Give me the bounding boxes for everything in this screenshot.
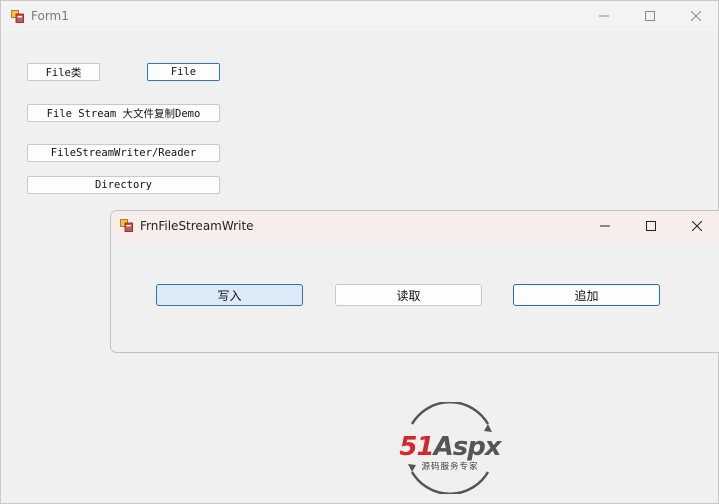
dialog-title-bar[interactable]: FrnFileStreamWrite	[111, 211, 719, 241]
append-button[interactable]: 追加	[513, 284, 660, 306]
dialog-minimize-button[interactable]	[582, 211, 628, 241]
write-button[interactable]: 写入	[156, 284, 303, 306]
logo-text-51: 51	[399, 432, 434, 462]
file-stream-demo-button[interactable]: File Stream 大文件复制Demo	[27, 104, 220, 122]
dialog-app-icon	[120, 219, 133, 232]
minimize-icon	[600, 225, 610, 227]
maximize-icon	[646, 221, 656, 231]
app-icon	[11, 10, 24, 23]
directory-button[interactable]: Directory	[27, 176, 220, 194]
watermark-logo: 51Aspx 源码服务专家	[388, 401, 512, 495]
dialog-title: FrnFileStreamWrite	[140, 219, 254, 233]
dialog-window: FrnFileStreamWrite 写入 读取 追加	[110, 210, 719, 353]
logo-tagline: 源码服务专家	[421, 462, 479, 472]
file-class-button[interactable]: File类	[27, 63, 100, 81]
close-icon	[692, 221, 702, 231]
window-title: Form1	[31, 9, 69, 23]
minimize-icon	[599, 15, 609, 17]
read-button[interactable]: 读取	[335, 284, 482, 306]
stream-writer-reader-button[interactable]: FileStreamWriter/Reader	[27, 144, 220, 162]
logo-wordmark: 51Aspx	[388, 432, 512, 462]
close-icon	[691, 11, 701, 21]
minimize-button[interactable]	[581, 1, 627, 31]
maximize-icon	[645, 11, 655, 21]
dialog-maximize-button[interactable]	[628, 211, 674, 241]
logo-text-aspx: Aspx	[433, 432, 502, 462]
maximize-button[interactable]	[627, 1, 673, 31]
main-title-bar[interactable]: Form1	[1, 1, 718, 31]
close-button[interactable]	[673, 1, 719, 31]
dialog-close-button[interactable]	[674, 211, 719, 241]
file-button[interactable]: File	[147, 63, 220, 81]
